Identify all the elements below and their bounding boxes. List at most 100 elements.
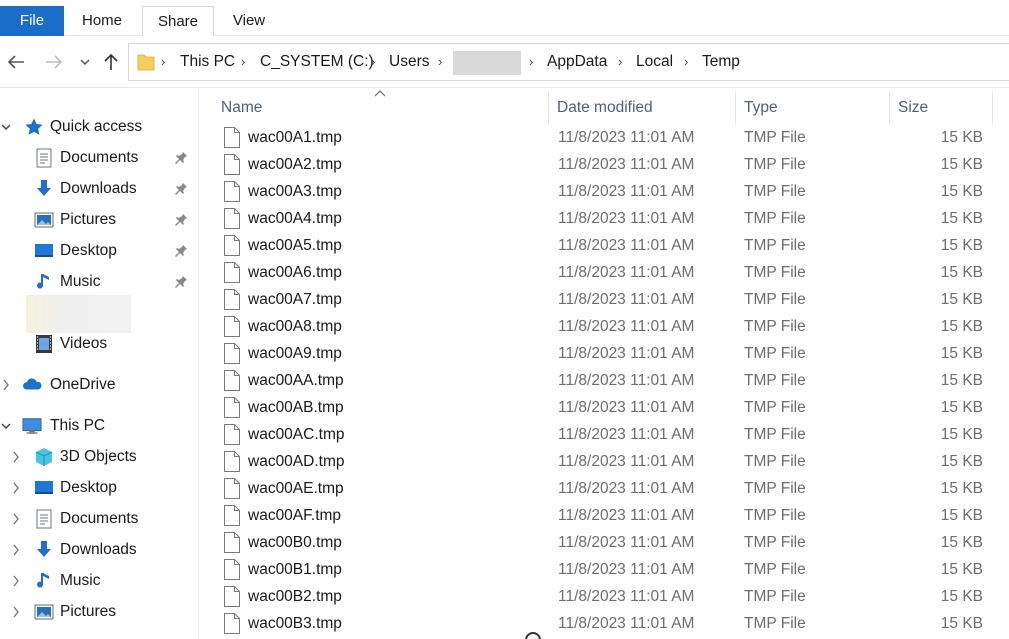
table-row[interactable]: wac00A1.tmp 11/8/2023 11:01 AM TMP File 15 …: [210, 124, 1009, 151]
column-header-date-modified[interactable]: Date modified: [557, 88, 653, 126]
chevron-right-icon[interactable]: [10, 574, 22, 588]
table-row[interactable]: wac00B2.tmp 11/8/2023 11:01 AM TMP File 15 …: [210, 583, 1009, 610]
table-row[interactable]: wac00B3.tmp 11/8/2023 11:01 AM TMP File 15 …: [210, 610, 1009, 637]
table-row[interactable]: wac00AF.tmp 11/8/2023 11:01 AM TMP File 15 …: [210, 502, 1009, 529]
forward-button[interactable]: [42, 48, 66, 76]
chevron-down-icon[interactable]: [0, 419, 12, 433]
file-size: 15 KB: [940, 507, 983, 524]
tab-view[interactable]: View: [214, 6, 284, 36]
sidebar-item-pictures-pc[interactable]: Pictures: [0, 597, 200, 627]
sidebar-item-downloads[interactable]: Downloads: [0, 174, 200, 204]
table-row[interactable]: wac00A6.tmp 11/8/2023 11:01 AM TMP File 15 …: [210, 259, 1009, 286]
breadcrumb-temp[interactable]: Temp: [702, 44, 740, 80]
breadcrumb-separator-icon: ›: [371, 54, 376, 69]
back-button[interactable]: [4, 48, 28, 76]
file-name: wac00A5.tmp: [248, 237, 342, 254]
table-row[interactable]: wac00A2.tmp 11/8/2023 11:01 AM TMP File 15 …: [210, 151, 1009, 178]
downloads-icon: [37, 541, 51, 557]
recent-locations-button[interactable]: [73, 48, 97, 76]
table-row[interactable]: wac00AC.tmp 11/8/2023 11:01 AM TMP File 15 …: [210, 421, 1009, 448]
sidebar-item-documents[interactable]: Documents: [0, 143, 200, 173]
file-size: 15 KB: [940, 399, 983, 416]
sidebar-item-pictures[interactable]: Pictures: [0, 205, 200, 235]
file-icon: [224, 181, 240, 202]
chevron-right-icon[interactable]: [10, 543, 22, 557]
sidebar-item-quick-access[interactable]: Quick access: [0, 112, 200, 142]
sidebar-item-this-pc[interactable]: This PC: [0, 411, 200, 441]
file-size: 15 KB: [940, 534, 983, 551]
table-row[interactable]: wac00AA.tmp 11/8/2023 11:01 AM TMP File 15 …: [210, 367, 1009, 394]
sidebar-item-documents-pc[interactable]: Documents: [0, 504, 200, 534]
table-row[interactable]: wac00B1.tmp 11/8/2023 11:01 AM TMP File 15 …: [210, 556, 1009, 583]
breadcrumb-appdata[interactable]: AppData: [547, 44, 607, 80]
folder-icon: [137, 54, 155, 71]
table-row[interactable]: wac00B0.tmp 11/8/2023 11:01 AM TMP File 15 …: [210, 529, 1009, 556]
table-row[interactable]: wac00A4.tmp 11/8/2023 11:01 AM TMP File 15 …: [210, 205, 1009, 232]
up-button[interactable]: [99, 48, 123, 76]
chevron-down-icon[interactable]: [0, 120, 12, 134]
column-divider[interactable]: [548, 92, 549, 124]
sidebar-item-desktop-pc[interactable]: Desktop: [0, 473, 200, 503]
file-name: wac00AB.tmp: [248, 399, 344, 416]
sidebar-item-videos[interactable]: Videos: [0, 329, 200, 359]
table-row[interactable]: wac00A3.tmp 11/8/2023 11:01 AM TMP File 15 …: [210, 178, 1009, 205]
3d-objects-icon: [35, 448, 53, 466]
breadcrumb-local[interactable]: Local: [636, 44, 673, 80]
pin-icon[interactable]: [174, 244, 188, 258]
table-row[interactable]: wac00AD.tmp 11/8/2023 11:01 AM TMP File 15 …: [210, 448, 1009, 475]
pin-icon[interactable]: [174, 151, 188, 165]
sidebar-item-onedrive[interactable]: OneDrive: [0, 370, 200, 400]
column-header-name[interactable]: Name: [221, 88, 262, 126]
table-row[interactable]: wac00A9.tmp 11/8/2023 11:01 AM TMP File 15 …: [210, 340, 1009, 367]
table-row[interactable]: wac00A5.tmp 11/8/2023 11:01 AM TMP File 15 …: [210, 232, 1009, 259]
column-divider[interactable]: [992, 92, 993, 124]
chevron-right-icon[interactable]: [10, 605, 22, 619]
file-name: wac00AD.tmp: [248, 453, 345, 470]
redacted-folder-item[interactable]: [26, 295, 131, 333]
breadcrumb-users[interactable]: Users: [389, 44, 429, 80]
pane-splitter[interactable]: [198, 88, 199, 639]
arrow-left-icon: [7, 55, 24, 69]
file-size: 15 KB: [940, 588, 983, 605]
breadcrumb-this-pc[interactable]: This PC: [180, 44, 235, 80]
table-row[interactable]: wac00AB.tmp 11/8/2023 11:01 AM TMP File 15 …: [210, 394, 1009, 421]
file-size: 15 KB: [940, 345, 983, 362]
chevron-right-icon[interactable]: [10, 481, 22, 495]
chevron-right-icon[interactable]: [0, 378, 12, 392]
table-row[interactable]: wac00A8.tmp 11/8/2023 11:01 AM TMP File 15 …: [210, 313, 1009, 340]
sidebar-label: Documents: [60, 510, 139, 527]
sidebar-item-music-pc[interactable]: Music: [0, 566, 200, 596]
tab-share[interactable]: Share: [142, 6, 214, 37]
breadcrumb-c-system[interactable]: C_SYSTEM (C:): [260, 44, 374, 80]
music-icon: [37, 573, 49, 588]
column-divider[interactable]: [735, 92, 736, 124]
file-date-modified: 11/8/2023 11:01 AM: [558, 453, 695, 470]
tab-home[interactable]: Home: [64, 6, 140, 36]
chevron-right-icon[interactable]: [10, 512, 22, 526]
pin-icon[interactable]: [174, 213, 188, 227]
sidebar-item-desktop[interactable]: Desktop: [0, 236, 200, 266]
table-row[interactable]: wac00AE.tmp 11/8/2023 11:01 AM TMP File 15 …: [210, 475, 1009, 502]
pin-icon[interactable]: [174, 182, 188, 196]
pin-icon[interactable]: [174, 275, 188, 289]
file-type: TMP File: [744, 588, 806, 605]
tab-file[interactable]: File: [0, 6, 64, 36]
sidebar-item-3d-objects[interactable]: 3D Objects: [0, 442, 200, 472]
ribbon: File Home Share View: [0, 0, 1009, 37]
sidebar-item-music[interactable]: Music: [0, 267, 200, 297]
file-icon: [224, 343, 240, 364]
address-bar[interactable]: › This PC › C_SYSTEM (C:) › Users › › Ap…: [128, 43, 1009, 81]
chevron-right-icon[interactable]: [10, 450, 22, 464]
sidebar-item-downloads-pc[interactable]: Downloads: [0, 535, 200, 565]
file-icon: [224, 505, 240, 526]
table-row[interactable]: wac00A7.tmp 11/8/2023 11:01 AM TMP File 15 …: [210, 286, 1009, 313]
column-divider[interactable]: [889, 92, 890, 124]
column-header-size[interactable]: Size: [898, 88, 928, 126]
file-type: TMP File: [744, 318, 806, 335]
column-header-type[interactable]: Type: [744, 88, 778, 126]
desktop-icon: [35, 244, 53, 257]
file-size: 15 KB: [940, 615, 983, 632]
file-icon: [224, 451, 240, 472]
star-icon: [25, 118, 43, 135]
breadcrumb-user-redacted[interactable]: [453, 51, 521, 75]
